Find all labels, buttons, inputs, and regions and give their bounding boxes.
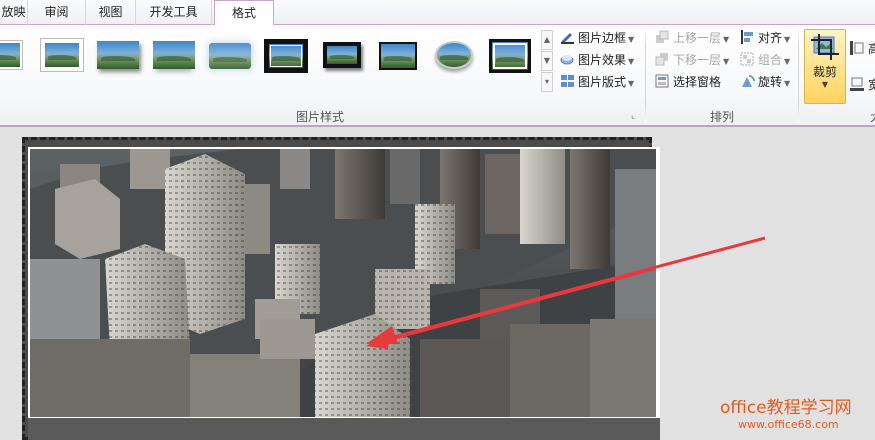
gallery-scroll-up[interactable]: ▲: [541, 30, 553, 50]
rotate-label: 旋转: [758, 75, 783, 89]
selection-pane-label: 选择窗格: [673, 75, 722, 89]
watermark-url: www.office68.com: [738, 418, 839, 431]
rotate-icon: [740, 74, 755, 88]
picture-border-label: 图片边框: [578, 31, 627, 45]
tab-view[interactable]: 视图: [86, 0, 136, 25]
picture-style-thumb[interactable]: [209, 39, 253, 73]
crop-label: 裁剪: [812, 65, 837, 79]
group-separator: [798, 27, 799, 123]
bring-forward-button[interactable]: 上移一层 ▼: [655, 28, 729, 48]
crop-dropdown-caret: ▼: [821, 80, 829, 89]
group-button[interactable]: 组合 ▼: [740, 50, 790, 70]
send-backward-icon: [655, 52, 670, 66]
picture-style-thumb[interactable]: [489, 39, 533, 73]
city-aerial-picture[interactable]: [30, 149, 656, 417]
picture-style-thumb[interactable]: [321, 39, 365, 73]
picture-style-thumb[interactable]: [433, 39, 477, 73]
align-label: 对齐: [758, 31, 783, 45]
tab-review[interactable]: 审阅: [28, 0, 86, 25]
dialog-launcher-icon[interactable]: ⌞: [631, 111, 635, 121]
gallery-more[interactable]: ▾: [541, 72, 553, 92]
ribbon-format: ▲ ▼ ▾ 图片边框 ▼ 图片效果 ▼ 图片版式 ▼ 图片样式 ⌞ 上移一层 ▼ 下移一…: [0, 25, 875, 127]
height-field[interactable]: 高: [850, 39, 875, 59]
height-label: 高: [868, 42, 875, 56]
crop-icon: [811, 34, 839, 60]
watermark-title: office教程学习网: [720, 398, 852, 418]
picture-style-thumb[interactable]: [264, 39, 308, 73]
pen-icon: [560, 30, 575, 44]
send-backward-button[interactable]: 下移一层 ▼: [655, 50, 729, 70]
align-icon: [740, 30, 755, 44]
picture-style-thumb[interactable]: [0, 39, 22, 73]
picture-style-thumb[interactable]: [97, 39, 141, 73]
group-label-arrange: 排列: [709, 110, 734, 124]
selection-pane-icon: [655, 74, 670, 88]
height-icon: [850, 41, 865, 55]
picture-border-button[interactable]: 图片边框 ▼: [560, 28, 634, 48]
width-field[interactable]: 宽: [850, 75, 875, 95]
picture-style-thumb[interactable]: [377, 39, 421, 73]
bring-forward-label: 上移一层: [673, 31, 722, 45]
width-icon: [850, 77, 865, 91]
ribbon-tab-strip: 放映 审阅 视图 开发工具 格式: [0, 0, 875, 26]
tab-developer[interactable]: 开发工具: [136, 0, 212, 25]
picture-style-thumb[interactable]: [41, 39, 85, 73]
align-button[interactable]: 对齐 ▼: [740, 28, 790, 48]
gallery-scroll-down[interactable]: ▼: [541, 51, 553, 71]
effects-icon: [560, 52, 575, 66]
group-label: 组合: [758, 53, 783, 67]
layout-icon: [560, 74, 575, 88]
group-label-size: 大: [866, 108, 875, 125]
tab-format[interactable]: 格式: [214, 0, 274, 26]
picture-effects-label: 图片效果: [578, 53, 627, 67]
crop-area-bottom: [28, 418, 660, 440]
rotate-button[interactable]: 旋转 ▼: [740, 72, 790, 92]
send-backward-label: 下移一层: [673, 53, 722, 67]
crop-button[interactable]: 裁剪 ▼: [804, 29, 846, 104]
width-label: 宽: [868, 78, 875, 92]
selection-pane-button[interactable]: 选择窗格: [655, 72, 721, 92]
group-icon: [740, 52, 755, 66]
picture-layout-label: 图片版式: [578, 75, 627, 89]
tab-slideshow[interactable]: 放映: [0, 0, 28, 25]
group-label-picture-styles: 图片样式: [295, 110, 344, 124]
bring-forward-icon: [655, 30, 670, 44]
picture-layout-button[interactable]: 图片版式 ▼: [560, 72, 634, 92]
picture-style-thumb[interactable]: [153, 39, 197, 73]
picture-effects-button[interactable]: 图片效果 ▼: [560, 50, 634, 70]
